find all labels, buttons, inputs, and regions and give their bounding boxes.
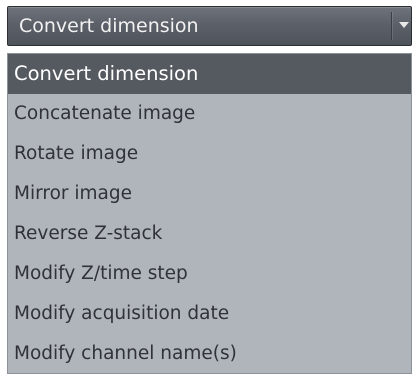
dropdown-selected-value: Convert dimension — [19, 15, 199, 37]
option-convert-dimension[interactable]: Convert dimension — [8, 54, 411, 94]
option-reverse-z-stack[interactable]: Reverse Z-stack — [8, 214, 411, 254]
option-modify-channel-names[interactable]: Modify channel name(s) — [8, 334, 411, 374]
chevron-down-icon[interactable] — [399, 22, 409, 28]
option-rotate-image[interactable]: Rotate image — [8, 134, 411, 174]
dropdown-combo-box[interactable]: Convert dimension — [7, 6, 412, 46]
operation-dropdown[interactable]: Convert dimension Convert dimension Conc… — [7, 6, 412, 374]
dropdown-options-list: Convert dimension Concatenate image Rota… — [7, 53, 412, 374]
combo-divider — [391, 12, 392, 40]
option-modify-acquisition-date[interactable]: Modify acquisition date — [8, 294, 411, 334]
option-mirror-image[interactable]: Mirror image — [8, 174, 411, 214]
option-concatenate-image[interactable]: Concatenate image — [8, 94, 411, 134]
option-modify-z-time-step[interactable]: Modify Z/time step — [8, 254, 411, 294]
